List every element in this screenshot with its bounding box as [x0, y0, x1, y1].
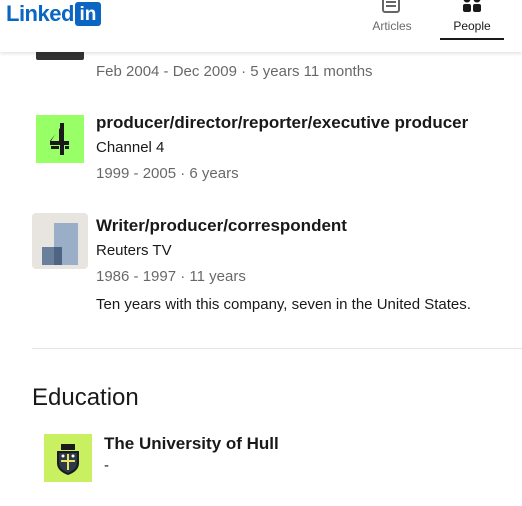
experience-description: Ten years with this company, seven in th…	[96, 296, 471, 313]
university-of-hull-logo[interactable]	[44, 434, 92, 482]
section-divider	[32, 348, 522, 349]
nav-people-label: People	[453, 19, 491, 33]
experience-dates: Feb 2004 - Dec 2009 · 5 years 11 months	[96, 63, 373, 80]
linkedin-logo[interactable]: Linked in	[6, 1, 101, 27]
education-section-title: Education	[32, 384, 139, 411]
people-icon	[463, 0, 481, 12]
channel-4-logo-icon	[50, 123, 69, 155]
channel-4-logo[interactable]	[36, 115, 84, 163]
reuters-tv-logo-icon	[42, 223, 78, 265]
experience-company: Reuters TV	[96, 242, 172, 259]
nav-articles[interactable]: Articles	[367, 0, 417, 40]
experience-company: Channel 4	[96, 139, 165, 156]
logo-in-badge: in	[74, 2, 101, 26]
experience-title[interactable]: Writer/producer/correspondent	[96, 216, 347, 236]
logo-wordmark: Linked	[6, 1, 74, 26]
education-school-name[interactable]: The University of Hull	[104, 434, 279, 454]
nav-people[interactable]: People	[440, 0, 504, 40]
articles-icon	[382, 0, 400, 13]
experience-title[interactable]: producer/director/reporter/executive pro…	[96, 113, 468, 133]
education-detail: -	[104, 457, 109, 474]
reuters-tv-logo[interactable]	[32, 213, 88, 269]
experience-dates: 1999 - 2005 · 6 years	[96, 165, 239, 182]
top-nav-bar: Linked in Articles People	[0, 0, 522, 52]
university-crest-icon	[57, 444, 79, 475]
experience-dates: 1986 - 1997 · 11 years	[96, 268, 246, 285]
nav-articles-label: Articles	[372, 19, 412, 33]
